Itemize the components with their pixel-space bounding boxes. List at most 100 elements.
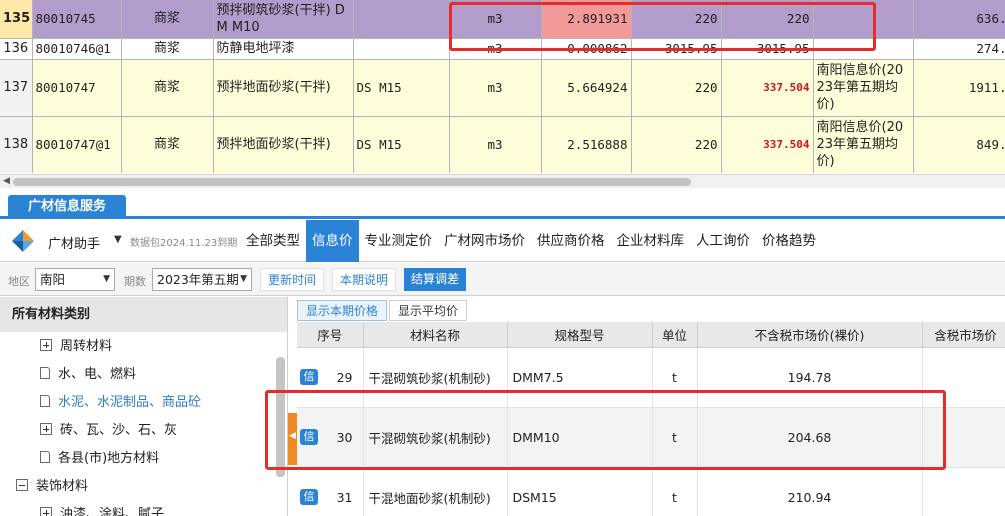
settle-adjust-button[interactable]: 结算调差: [404, 268, 467, 291]
budget-price[interactable]: 220: [631, 116, 722, 173]
material-quantity[interactable]: 0.000862: [541, 38, 632, 60]
market-price[interactable]: 337.504: [721, 116, 814, 173]
table-row[interactable]: 信 29 干混砌筑砂浆(机制砂) DMM7.5 t 194.78: [297, 347, 1005, 408]
material-quantity[interactable]: 2.516888: [541, 116, 632, 173]
update-time-button[interactable]: 更新时间: [260, 268, 325, 291]
material-spec: [353, 38, 450, 60]
tree-node[interactable]: 油漆、涂料、腻子: [40, 501, 164, 516]
budget-price[interactable]: 220: [631, 59, 722, 117]
price-source: [813, 0, 914, 39]
collapse-icon[interactable]: [16, 479, 28, 491]
tree-node-label: 砖、瓦、沙、石、灰: [60, 423, 178, 438]
period-select[interactable]: 2023年第五期 ▼: [152, 268, 252, 291]
panel-splitter[interactable]: ◀: [288, 413, 297, 465]
panel-tab[interactable]: 广材信息服务: [8, 195, 127, 219]
category-tree: 所有材料类别 周转材料 水、电、燃料 水泥、水泥制品、商品砼 砖、瓦、沙、石、灰…: [0, 297, 288, 516]
guangcai-logo-icon: [12, 230, 34, 252]
material-quantity[interactable]: 5.664924: [541, 59, 632, 117]
row-price: 194.78: [697, 347, 923, 408]
tree-scrollbar[interactable]: [276, 357, 285, 477]
tree-node[interactable]: 周转材料: [40, 333, 112, 361]
row-tax-price: [922, 467, 1005, 516]
col-tax-price[interactable]: 含税市场价: [922, 322, 1005, 348]
tab-current-price[interactable]: 显示本期价格: [297, 300, 388, 321]
material-type: 商浆: [121, 59, 214, 117]
budget-price[interactable]: 220: [631, 0, 722, 39]
row-seq: 30: [336, 429, 353, 445]
chevron-down-icon: ▼: [240, 274, 247, 284]
expand-icon[interactable]: [40, 423, 52, 435]
info-badge: 信: [300, 429, 318, 445]
tree-node[interactable]: 各县(市)地方材料: [40, 445, 159, 473]
tree-node-selected[interactable]: 水泥、水泥制品、商品砼: [40, 389, 201, 417]
sheet-row-137[interactable]: 137 80010747 商浆 预拌地面砂浆(干拌) DS M15 m3 5.6…: [0, 59, 1005, 117]
row-tax-price: [922, 407, 1005, 468]
tab-average-price[interactable]: 显示平均价: [389, 300, 468, 321]
price-source: 南阳信息价(2023年第五期均价): [813, 59, 914, 117]
market-price[interactable]: 220: [721, 0, 814, 39]
tree-node-label: 装饰材料: [36, 479, 89, 494]
row-name: 干混砌筑砂浆(机制砂): [363, 347, 508, 408]
period-note-button[interactable]: 本期说明: [332, 268, 397, 291]
col-seq[interactable]: 序号: [297, 322, 364, 348]
material-type: 商浆: [121, 38, 214, 60]
col-name[interactable]: 材料名称: [363, 322, 508, 348]
col-price[interactable]: 不含税市场价(裸价): [697, 322, 923, 348]
tree-node[interactable]: 装饰材料: [16, 473, 88, 501]
tree-node[interactable]: 砖、瓦、沙、石、灰: [40, 417, 177, 445]
table-header: 序号 材料名称 规格型号 单位 不含税市场价(裸价) 含税市场价: [297, 322, 1005, 348]
expand-icon[interactable]: [40, 507, 52, 516]
material-unit: m3: [449, 0, 542, 39]
nav-tabs: 全部类型 信息价 专业测定价 广材网市场价 供应商价格 企业材料库 人工询价 价…: [240, 220, 822, 262]
row-index: 136: [0, 38, 33, 60]
expand-icon[interactable]: [40, 339, 52, 351]
brand-dropdown-icon[interactable]: ▼: [114, 234, 122, 245]
material-code: 80010747@1: [32, 116, 122, 173]
package-expire-note: 数据包2024.11.23到期: [130, 238, 238, 249]
tab-price-trend[interactable]: 价格趋势: [756, 220, 822, 262]
scroll-thumb[interactable]: [13, 178, 691, 186]
tree-node[interactable]: 水、电、燃料: [40, 361, 136, 389]
tab-manual-inquiry[interactable]: 人工询价: [690, 220, 756, 262]
tab-professional-price[interactable]: 专业测定价: [359, 220, 439, 262]
material-code: 80010745: [32, 0, 122, 39]
material-code: 80010747: [32, 59, 122, 117]
material-sheet: 135 80010745 商浆 预拌砌筑砂浆(干拌) DM M10 m3 2.8…: [0, 0, 1005, 173]
col-unit[interactable]: 单位: [652, 322, 698, 348]
material-name: 预拌砌筑砂浆(干拌) DM M10: [213, 0, 354, 39]
region-label: 地区: [8, 275, 30, 288]
market-price[interactable]: 337.504: [721, 59, 814, 117]
scroll-left-icon[interactable]: ◀: [3, 176, 10, 186]
table-row[interactable]: 信 30 干混砌筑砂浆(机制砂) DMM10 t 204.68: [297, 407, 1005, 468]
price-source: 南阳信息价(2023年第五期均价): [813, 116, 914, 173]
collapse-left-icon[interactable]: ◀: [289, 431, 296, 441]
sheet-row-138[interactable]: 138 80010747@1 商浆 预拌地面砂浆(干拌) DS M15 m3 2…: [0, 116, 1005, 173]
chevron-down-icon: ▼: [103, 274, 110, 284]
tab-supplier-price[interactable]: 供应商价格: [531, 220, 611, 262]
material-type: 商浆: [121, 116, 214, 173]
sheet-row-135[interactable]: 135 80010745 商浆 预拌砌筑砂浆(干拌) DM M10 m3 2.8…: [0, 0, 1005, 39]
budget-price[interactable]: 3015.95: [631, 38, 722, 60]
panel-tab-bar: 广材信息服务: [0, 189, 1005, 219]
market-price[interactable]: 3015.95: [721, 38, 814, 60]
info-badge: 信: [300, 369, 318, 385]
region-select[interactable]: 南阳 ▼: [35, 268, 115, 291]
document-icon: [40, 451, 50, 463]
col-spec[interactable]: 规格型号: [507, 322, 653, 348]
brand-name[interactable]: 广材助手: [48, 233, 100, 252]
material-unit: m3: [449, 59, 542, 117]
tab-all-types[interactable]: 全部类型: [240, 220, 306, 262]
price-table: 序号 材料名称 规格型号 单位 不含税市场价(裸价) 含税市场价 信 29 干混砌…: [297, 322, 1005, 516]
material-quantity[interactable]: 2.891931: [541, 0, 632, 39]
row-spec: DMM10: [507, 407, 653, 468]
amount: 274.: [913, 38, 1005, 60]
horizontal-scrollbar[interactable]: ◀: [0, 174, 1005, 188]
tab-enterprise-library[interactable]: 企业材料库: [611, 220, 691, 262]
table-row[interactable]: 信 31 干混地面砂浆(机制砂) DSM15 t 210.94: [297, 467, 1005, 516]
sheet-row-136[interactable]: 136 80010746@1 商浆 防静电地坪漆 m3 0.000862 301…: [0, 38, 1005, 60]
tab-info-price[interactable]: 信息价: [306, 220, 359, 262]
amount: 849.: [913, 116, 1005, 173]
row-unit: t: [652, 467, 698, 516]
tab-market-price[interactable]: 广材网市场价: [438, 220, 531, 262]
service-navbar: 广材助手 ▼ 数据包2024.11.23到期 全部类型 信息价 专业测定价 广材…: [0, 220, 1005, 262]
